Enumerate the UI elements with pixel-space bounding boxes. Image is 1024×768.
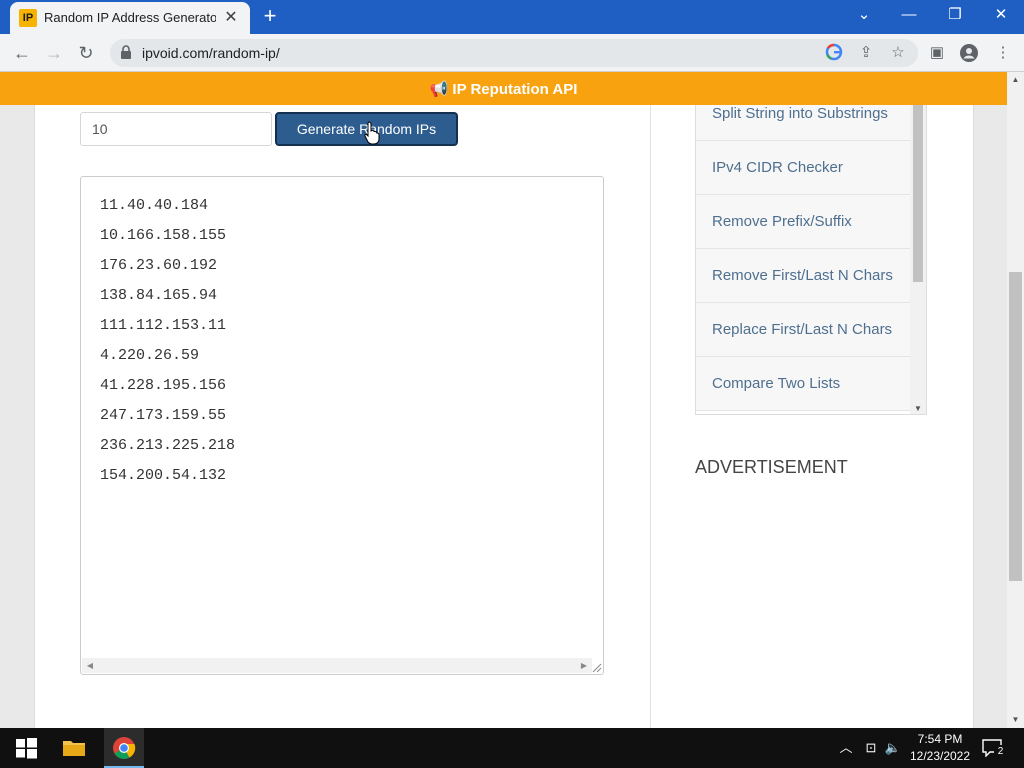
- new-tab-icon[interactable]: +: [258, 4, 282, 28]
- sidebar-item-replace-first-last-n-chars[interactable]: Replace First/Last N Chars: [696, 303, 910, 357]
- ip-address-line: 236.213.225.218: [100, 437, 236, 454]
- file-explorer-icon[interactable]: [62, 736, 86, 760]
- notifications-icon[interactable]: 2: [982, 737, 1007, 759]
- page-scroll-up-icon[interactable]: ▲: [1010, 75, 1021, 85]
- tools-list-scroll-thumb[interactable]: [913, 105, 923, 282]
- horizontal-scrollbar[interactable]: ◀ ▶: [82, 658, 592, 673]
- site-favicon-icon: IP: [19, 9, 37, 27]
- content-card: 10 Generate Random IPs 11.40.40.184 10.16…: [34, 105, 974, 728]
- system-clock[interactable]: 7:54 PM 12/23/2022: [904, 731, 976, 765]
- ip-address-line: 138.84.165.94: [100, 287, 218, 304]
- network-icon[interactable]: ⊡: [862, 739, 880, 757]
- scroll-down-icon[interactable]: ▼: [913, 405, 923, 413]
- close-window-icon[interactable]: ✕: [986, 4, 1016, 26]
- windows-taskbar: ︿ ⊡ 🔈 7:54 PM 12/23/2022 2: [0, 728, 1024, 768]
- windows-start-icon[interactable]: [14, 736, 38, 760]
- ip-output-textarea[interactable]: 11.40.40.184 10.166.158.155 176.23.60.192 1…: [80, 176, 604, 675]
- ip-count-input[interactable]: 10: [80, 112, 272, 146]
- title-bar: IP Random IP Address Generator, C ✕ + ⌄ …: [0, 0, 1024, 34]
- tab-search-icon[interactable]: ⌄: [849, 4, 879, 26]
- clock-time: 7:54 PM: [917, 732, 963, 746]
- tab-title: Random IP Address Generator, C: [44, 10, 216, 25]
- hand-cursor-icon: [364, 121, 380, 145]
- menu-kebab-icon[interactable]: ⋮: [992, 42, 1014, 64]
- page-scrollbar[interactable]: ▲ ▼: [1007, 72, 1024, 728]
- banner-link[interactable]: 📢 IP Reputation API: [0, 80, 1007, 98]
- advertisement-label: ADVERTISEMENT: [695, 457, 848, 477]
- reload-icon[interactable]: ↻: [74, 41, 98, 65]
- bookmark-star-icon[interactable]: ☆: [888, 43, 908, 63]
- page-scroll-thumb[interactable]: [1009, 272, 1022, 581]
- side-panel-icon[interactable]: ▣: [926, 42, 948, 64]
- ip-address-line: 4.220.26.59: [100, 347, 200, 364]
- address-bar[interactable]: ipvoid.com/random-ip/ ⇪ ☆: [110, 39, 918, 67]
- page-scroll-down-icon[interactable]: ▼: [1010, 715, 1021, 725]
- sidebar-item-ipv4-cidr-checker[interactable]: IPv4 CIDR Checker: [696, 141, 910, 195]
- api-banner[interactable]: 📢 IP Reputation API: [0, 72, 1007, 105]
- page-viewport: 10 Generate Random IPs 11.40.40.184 10.16…: [0, 105, 1007, 728]
- browser-toolbar: ← → ↻ ipvoid.com/random-ip/ ⇪ ☆ ▣ ⋮: [0, 34, 1024, 72]
- tab-close-icon[interactable]: ✕: [222, 9, 240, 27]
- lock-icon: [121, 45, 131, 59]
- column-divider: [650, 105, 651, 728]
- sidebar-item-compare-two-lists[interactable]: Compare Two Lists: [696, 357, 910, 411]
- ip-address-line: 176.23.60.192: [100, 257, 218, 274]
- url-text: ipvoid.com/random-ip/: [142, 45, 280, 61]
- ip-address-line: 154.200.54.132: [100, 467, 227, 484]
- notification-count: 2: [994, 745, 1007, 758]
- google-lens-icon[interactable]: [824, 43, 844, 63]
- share-icon[interactable]: ⇪: [856, 43, 876, 63]
- browser-tab[interactable]: IP Random IP Address Generator, C ✕: [10, 2, 250, 34]
- sidebar-item-remove-first-last-n-chars[interactable]: Remove First/Last N Chars: [696, 249, 910, 303]
- minimize-icon[interactable]: —: [894, 4, 924, 26]
- chrome-icon[interactable]: [112, 736, 136, 760]
- restore-icon[interactable]: ❐: [940, 4, 970, 26]
- ip-list: 11.40.40.184 10.166.158.155 176.23.60.192 1…: [100, 196, 235, 496]
- profile-avatar-icon[interactable]: [958, 42, 980, 64]
- ip-address-line: 41.228.195.156: [100, 377, 227, 394]
- ip-address-line: 10.166.158.155: [100, 227, 227, 244]
- ip-address-line: 11.40.40.184: [100, 197, 209, 214]
- scroll-right-icon[interactable]: ▶: [579, 660, 589, 671]
- sidebar-item-split-string[interactable]: Split String into Substrings: [696, 105, 910, 141]
- ip-address-line: 247.173.159.55: [100, 407, 227, 424]
- show-hidden-icons-icon[interactable]: ︿: [838, 739, 854, 757]
- forward-icon[interactable]: →: [42, 41, 66, 65]
- tools-list-scrollbar[interactable]: ▼: [910, 105, 926, 414]
- tools-list: Split String into Substrings IPv4 CIDR C…: [695, 105, 927, 415]
- clock-date: 12/23/2022: [909, 749, 971, 763]
- back-icon[interactable]: ←: [10, 41, 34, 65]
- sidebar-item-remove-prefix-suffix[interactable]: Remove Prefix/Suffix: [696, 195, 910, 249]
- ip-address-line: 111.112.153.11: [100, 317, 227, 334]
- volume-icon[interactable]: 🔈: [884, 739, 902, 757]
- scroll-left-icon[interactable]: ◀: [85, 660, 95, 671]
- resize-handle-icon[interactable]: [590, 661, 602, 673]
